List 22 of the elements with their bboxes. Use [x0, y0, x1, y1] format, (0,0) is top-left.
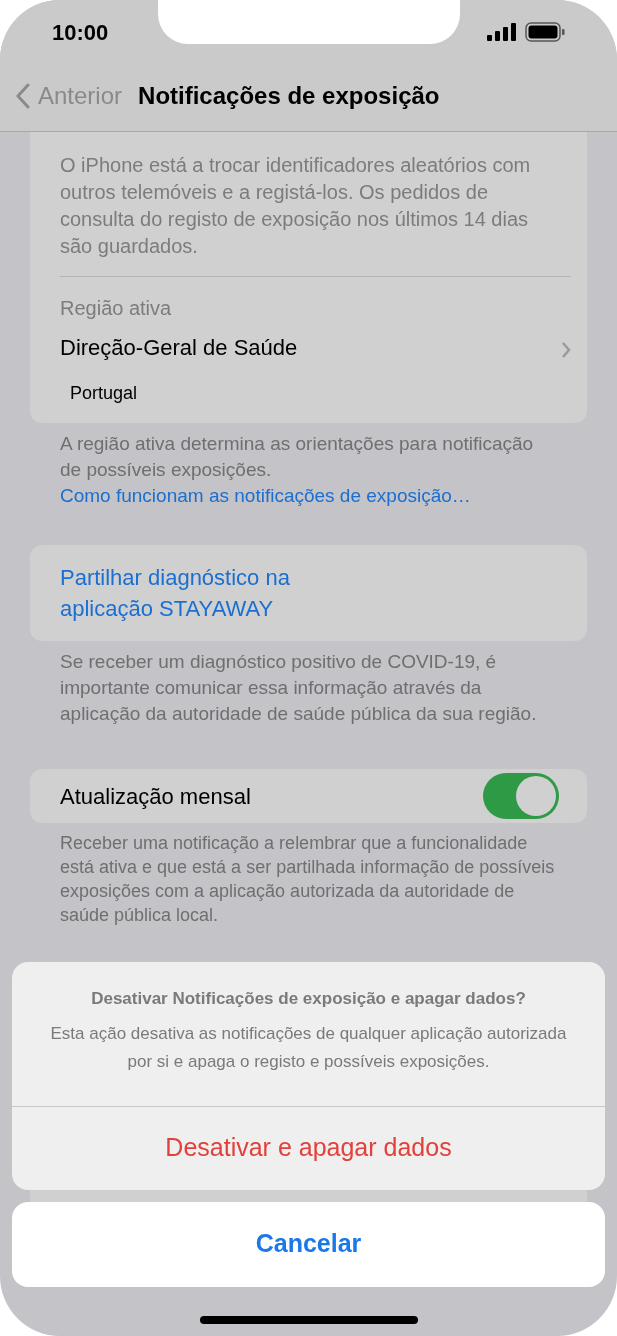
cancel-button[interactable]: Cancelar	[12, 1201, 605, 1287]
country-label: Portugal	[69, 382, 139, 405]
sheet-message: Esta ação desativa as notificações de qualquer aplicação autorizada por si e apaga o registo e possíveis exposições.	[49, 1022, 568, 1073]
share-diagnosis-button[interactable]: Partilhar diagnóstico na aplicação STAYAWAY	[30, 545, 587, 641]
region-name: Direção-Geral de Saúde	[60, 334, 298, 362]
chevron-right-icon	[561, 341, 571, 359]
back-chevron-icon	[16, 82, 30, 109]
back-button[interactable]: Anterior	[16, 77, 123, 114]
sheet-title: Desativar Notificações de exposição e apagar dados?	[90, 988, 527, 1010]
share-footer-text: Se receber um diagnóstico positivo de COVID-19, é importante comunicar essa informação através da aplicação da autoridade de saúde pública da sua região.	[59, 650, 538, 726]
monthly-update-toggle[interactable]	[483, 773, 559, 819]
how-it-works-link[interactable]: Como funcionam as notificações de exposição…	[60, 483, 471, 509]
page-title: Notificações de exposição	[138, 80, 440, 111]
status-description: O iPhone está a trocar identificadores aleatórios com outros telemóveis e a registá-los. Os pedidos de consulta do registo de exposição nos últimos 14 dias são guardados.	[60, 153, 532, 259]
clock: 10:00	[52, 18, 109, 47]
signal-icon	[487, 23, 517, 41]
battery-icon	[525, 22, 565, 42]
region-footer-text: A região ativa determina as orientações para notificação de possíveis exposições. Como funcionam as notificações de exposição…	[30, 431, 587, 509]
monthly-footer-text: Receber uma notificação a relembrar que a funcionalidade está ativa e que está a ser partilhada informação de possíveis exposições com a aplicação autorizada da autoridade de saúde pública local.	[59, 832, 556, 927]
region-label: Região ativa	[60, 296, 173, 321]
delete-data-button[interactable]: Desativar e apagar dados	[12, 1105, 605, 1190]
monthly-update-label: Atualização mensal	[60, 782, 251, 811]
